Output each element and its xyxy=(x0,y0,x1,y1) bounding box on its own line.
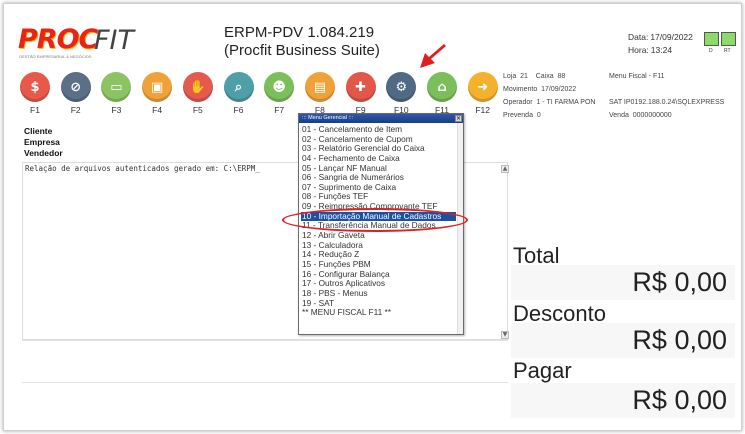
prevenda-value: 0 xyxy=(536,112,541,119)
function-key-f7[interactable]: ☻ F7 xyxy=(262,72,296,115)
menu-item[interactable]: ** MENU FISCAL F11 ** xyxy=(301,308,463,318)
id-card-icon: ▣ xyxy=(142,72,173,102)
menu-scrollbar[interactable] xyxy=(457,123,463,334)
function-key-label: F6 xyxy=(233,105,244,115)
client-panel: Cliente Empresa Vendedor xyxy=(24,126,63,159)
loja-label: Loja xyxy=(503,73,517,80)
function-key-f4[interactable]: ▣ F4 xyxy=(140,72,174,115)
movimento-label: Movimento xyxy=(503,86,538,93)
operador-value: 1 - TI FARMA PON xyxy=(536,99,596,106)
sat-label: SAT IP xyxy=(609,99,631,106)
pagar-label: Pagar xyxy=(513,358,572,383)
function-key-label: F3 xyxy=(111,105,122,115)
logo-tagline: GESTÃO EMPRESARIAL & NEGÓCIOS xyxy=(19,54,92,59)
caixa-label: Caixa xyxy=(535,73,554,80)
screenshot-frame: PROC FIT GESTÃO EMPRESARIAL & NEGÓCIOS E… xyxy=(3,3,742,431)
function-key-label: F7 xyxy=(274,105,285,115)
annotation-arrow-icon xyxy=(420,44,446,68)
users-icon: ☻ xyxy=(264,72,295,102)
row-divider xyxy=(22,340,508,341)
operador-label: Operador xyxy=(503,99,533,106)
pdv-window: PROC FIT GESTÃO EMPRESARIAL & NEGÓCIOS E… xyxy=(16,14,738,421)
close-icon[interactable]: × xyxy=(455,115,462,122)
empresa-label: Empresa xyxy=(24,137,60,147)
time-label: Hora: xyxy=(628,45,649,55)
menu-title-bar: ::: Menu Gerencial ::: × xyxy=(299,114,463,123)
vendedor-label: Vendedor xyxy=(24,148,63,158)
loja-value: 21 xyxy=(520,73,528,80)
venda-label: Venda xyxy=(609,112,629,119)
pagar-value: R$ 0,00 xyxy=(511,383,735,418)
function-key-f1[interactable]: $ F1 xyxy=(18,72,52,115)
function-key-label: F1 xyxy=(30,105,40,115)
bank-icon: ⌂ xyxy=(427,72,457,102)
time-value: 13:24 xyxy=(650,45,673,55)
menu-fiscal-hint: Menu Fiscal - F11 xyxy=(609,73,665,80)
total-value: R$ 0,00 xyxy=(511,265,735,300)
venda-info: Venda 0000000000 xyxy=(609,109,672,122)
row-divider xyxy=(22,382,508,383)
logo-proc-text: PROC xyxy=(18,24,98,55)
function-key-label: F4 xyxy=(152,105,163,115)
date-value: 17/09/2022 xyxy=(650,32,693,42)
card-icon: ▭ xyxy=(101,72,132,102)
item-rows xyxy=(16,340,510,421)
status-led-d xyxy=(704,32,719,46)
function-key-f5[interactable]: ✋ F5 xyxy=(181,72,215,115)
status-led-rt xyxy=(721,32,736,46)
function-key-f12[interactable]: ➜ F12 xyxy=(466,72,500,115)
money-icon: $ xyxy=(20,72,50,102)
search-icon: ⌕ xyxy=(223,72,254,102)
app-title: ERPM-PDV 1.084.219 xyxy=(224,24,375,41)
calculator-icon: ▤ xyxy=(304,72,335,102)
function-key-f11[interactable]: ⌂ F11 xyxy=(425,72,459,115)
function-key-f6[interactable]: ⌕ F6 xyxy=(222,72,256,115)
function-key-f3[interactable]: ▭ F3 xyxy=(99,72,133,115)
annotation-highlight-oval xyxy=(282,208,468,232)
menu-title: ::: Menu Gerencial ::: xyxy=(302,115,354,121)
gear-icon: ⚙ xyxy=(386,72,417,102)
date-label: Data: xyxy=(628,32,649,42)
prevenda-label: Prevenda xyxy=(503,112,533,119)
app-subtitle: (Procfit Business Suite) xyxy=(224,42,380,59)
cancel-card-icon: ⊘ xyxy=(60,72,91,102)
sat-info: SAT IP0192.188.0.24\SQLEXPRESS xyxy=(609,96,724,109)
function-key-f10[interactable]: ⚙ F10 xyxy=(384,72,418,115)
function-key-f8[interactable]: ▤ F8 xyxy=(303,72,337,115)
status-led-d-label: D xyxy=(709,48,713,54)
scroll-down-button[interactable]: ▼ xyxy=(501,331,509,339)
function-key-label: F12 xyxy=(475,105,491,115)
cliente-label: Cliente xyxy=(24,126,53,136)
movimento-value: 17/09/2022 xyxy=(541,86,577,93)
function-key-label: F2 xyxy=(70,105,81,115)
health-icon: ✚ xyxy=(345,72,376,102)
desconto-value: R$ 0,00 xyxy=(511,323,735,358)
function-key-f2[interactable]: ⊘ F2 xyxy=(59,72,93,115)
log-text: Relação de arquivos autenticados gerado … xyxy=(25,164,260,173)
venda-value: 0000000000 xyxy=(632,112,672,119)
hand-icon: ✋ xyxy=(182,72,213,102)
logo-fit-text: FIT xyxy=(94,25,134,56)
procfit-logo: PROC FIT GESTÃO EMPRESARIAL & NEGÓCIOS xyxy=(18,24,148,62)
status-led-rt-label: RT xyxy=(724,48,731,54)
session-info: Loja 21 Caixa 88 Menu Fiscal - F11 Movim… xyxy=(503,70,724,122)
sat-value: 0192.188.0.24\SQLEXPRESS xyxy=(630,99,725,106)
function-key-f9[interactable]: ✚ F9 xyxy=(344,72,378,115)
scroll-up-button[interactable]: ▲ xyxy=(501,165,509,173)
arrow-right-icon: ➜ xyxy=(467,72,498,102)
function-key-label: F5 xyxy=(192,105,203,115)
date-time-panel: Data: 17/09/2022 Hora: 13:24 xyxy=(628,31,693,57)
caixa-value: 88 xyxy=(557,73,566,80)
